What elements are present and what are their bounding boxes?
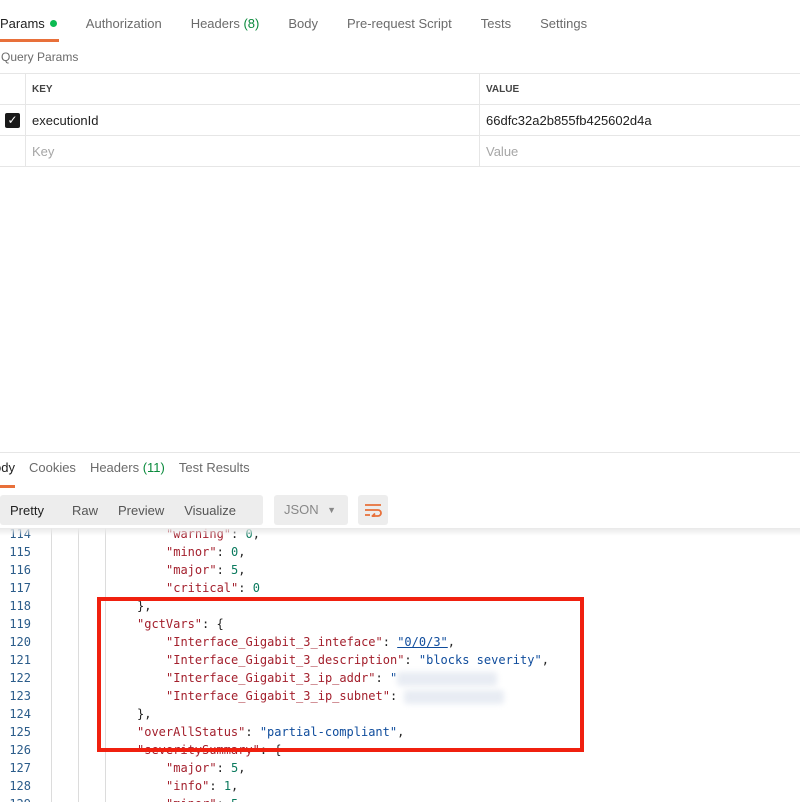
line-number: 120: [9, 635, 31, 649]
tab-body[interactable]: Body: [288, 0, 318, 44]
tab-label: Params: [0, 16, 45, 31]
view-mode-selector: Pretty Raw Preview Visualize: [0, 495, 263, 525]
json-punctuation: ,: [231, 779, 239, 793]
json-key: "minor": [166, 545, 217, 559]
json-punctuation: :: [216, 563, 232, 577]
line-number: 124: [9, 707, 31, 721]
line-number: 117: [9, 581, 31, 595]
key-column-header: KEY: [26, 74, 480, 104]
code-text: "minor": 0,: [166, 543, 246, 561]
json-punctuation: :: [216, 545, 232, 559]
json-key: "major": [166, 761, 217, 775]
line-number: 118: [9, 599, 31, 613]
param-value-field[interactable]: 66dfc32a2b855fb425602d4a: [480, 105, 652, 135]
json-punctuation: ,: [238, 761, 246, 775]
code-text: "major": 5,: [166, 561, 246, 579]
table-header-row: KEY VALUE: [0, 74, 800, 105]
code-line: 117 "critical": 0: [0, 579, 800, 597]
tab-params[interactable]: Params: [0, 0, 59, 44]
tab-headers[interactable]: Headers (8): [191, 0, 260, 44]
tab-test-results[interactable]: Test Results: [179, 455, 250, 485]
toolbar-shadow: [0, 528, 800, 536]
line-number: 125: [9, 725, 31, 739]
code-text: "minor": 5,: [166, 795, 246, 802]
line-number: 128: [9, 779, 31, 793]
code-text: "critical": 0: [166, 579, 260, 597]
highlight-annotation-box: [97, 597, 584, 752]
params-active-dot-icon: [49, 20, 57, 27]
wrap-lines-button[interactable]: [358, 495, 388, 525]
code-line: 116 "major": 5,: [0, 561, 800, 579]
tab-pre-request-script[interactable]: Pre-request Script: [347, 0, 452, 44]
table-row-new: Key Value: [0, 136, 800, 167]
line-number: 123: [9, 689, 31, 703]
format-dropdown[interactable]: JSON ▼: [274, 495, 348, 525]
checkbox-column-header: [0, 74, 26, 104]
wrap-lines-icon: [365, 504, 382, 517]
json-key: "critical": [166, 581, 239, 595]
tab-label: Headers: [89, 460, 140, 475]
new-value-input[interactable]: Value: [480, 136, 518, 166]
checkbox-checked-icon[interactable]: ✓: [5, 112, 20, 128]
tab-cookies[interactable]: Cookies: [29, 455, 76, 485]
json-key: "minor": [166, 797, 217, 802]
tab-response-body[interactable]: ody: [0, 455, 15, 488]
view-visualize-button[interactable]: Visualize: [174, 503, 246, 518]
view-raw-button[interactable]: Raw: [62, 503, 108, 518]
code-line: 129 "minor": 5,: [0, 795, 800, 802]
json-punctuation: ,: [238, 797, 245, 802]
headers-count: (8): [243, 16, 260, 31]
query-params-table: KEY VALUE ✓ executionId 66dfc32a2b855fb4…: [0, 73, 800, 167]
tab-authorization[interactable]: Authorization: [86, 0, 162, 44]
table-row: ✓ executionId 66dfc32a2b855fb425602d4a: [0, 105, 800, 136]
line-number: 127: [9, 761, 31, 775]
pane-divider[interactable]: [0, 452, 800, 453]
response-tabs: ody Cookies Headers (11) Test Results: [0, 455, 264, 488]
line-number: 129: [0, 795, 31, 802]
tab-label: Headers: [190, 16, 240, 31]
json-punctuation: ,: [238, 563, 246, 577]
checkbox-cell: [0, 136, 26, 166]
code-line: 127 "major": 5,: [0, 759, 800, 777]
view-preview-button[interactable]: Preview: [108, 503, 174, 518]
tab-settings[interactable]: Settings: [540, 0, 587, 44]
code-line: 128 "info": 1,: [0, 777, 800, 795]
line-number: 121: [9, 653, 31, 667]
new-key-input[interactable]: Key: [26, 136, 480, 166]
response-headers-count: (11): [142, 460, 165, 475]
json-punctuation: :: [217, 797, 231, 802]
line-number: 115: [9, 545, 31, 559]
json-key: "info": [166, 779, 210, 793]
json-value: 1: [223, 779, 232, 793]
line-number: 116: [9, 563, 31, 577]
line-number: 119: [9, 617, 31, 631]
code-text: "major": 5,: [166, 759, 246, 777]
checkbox-cell: ✓: [0, 105, 26, 135]
json-value: 0: [252, 581, 260, 595]
json-punctuation: :: [216, 761, 232, 775]
json-punctuation: :: [209, 779, 224, 793]
line-number: 126: [9, 743, 31, 757]
tab-response-headers[interactable]: Headers (11): [90, 455, 165, 485]
code-text: "info": 1,: [166, 777, 238, 795]
query-params-title: Query Params: [1, 50, 79, 64]
format-value: JSON: [284, 502, 319, 517]
code-line: 115 "minor": 0,: [0, 543, 800, 561]
request-tabs: Params Authorization Headers (8) Body Pr…: [0, 0, 800, 44]
json-punctuation: ,: [238, 545, 246, 559]
json-key: "major": [166, 563, 217, 577]
value-column-header: VALUE: [486, 83, 520, 95]
line-number: 122: [9, 671, 31, 685]
json-punctuation: :: [238, 581, 253, 595]
param-key-field[interactable]: executionId: [26, 105, 480, 135]
view-pretty-button[interactable]: Pretty: [0, 503, 54, 518]
tab-tests[interactable]: Tests: [481, 0, 511, 44]
chevron-down-icon: ▼: [327, 505, 336, 515]
